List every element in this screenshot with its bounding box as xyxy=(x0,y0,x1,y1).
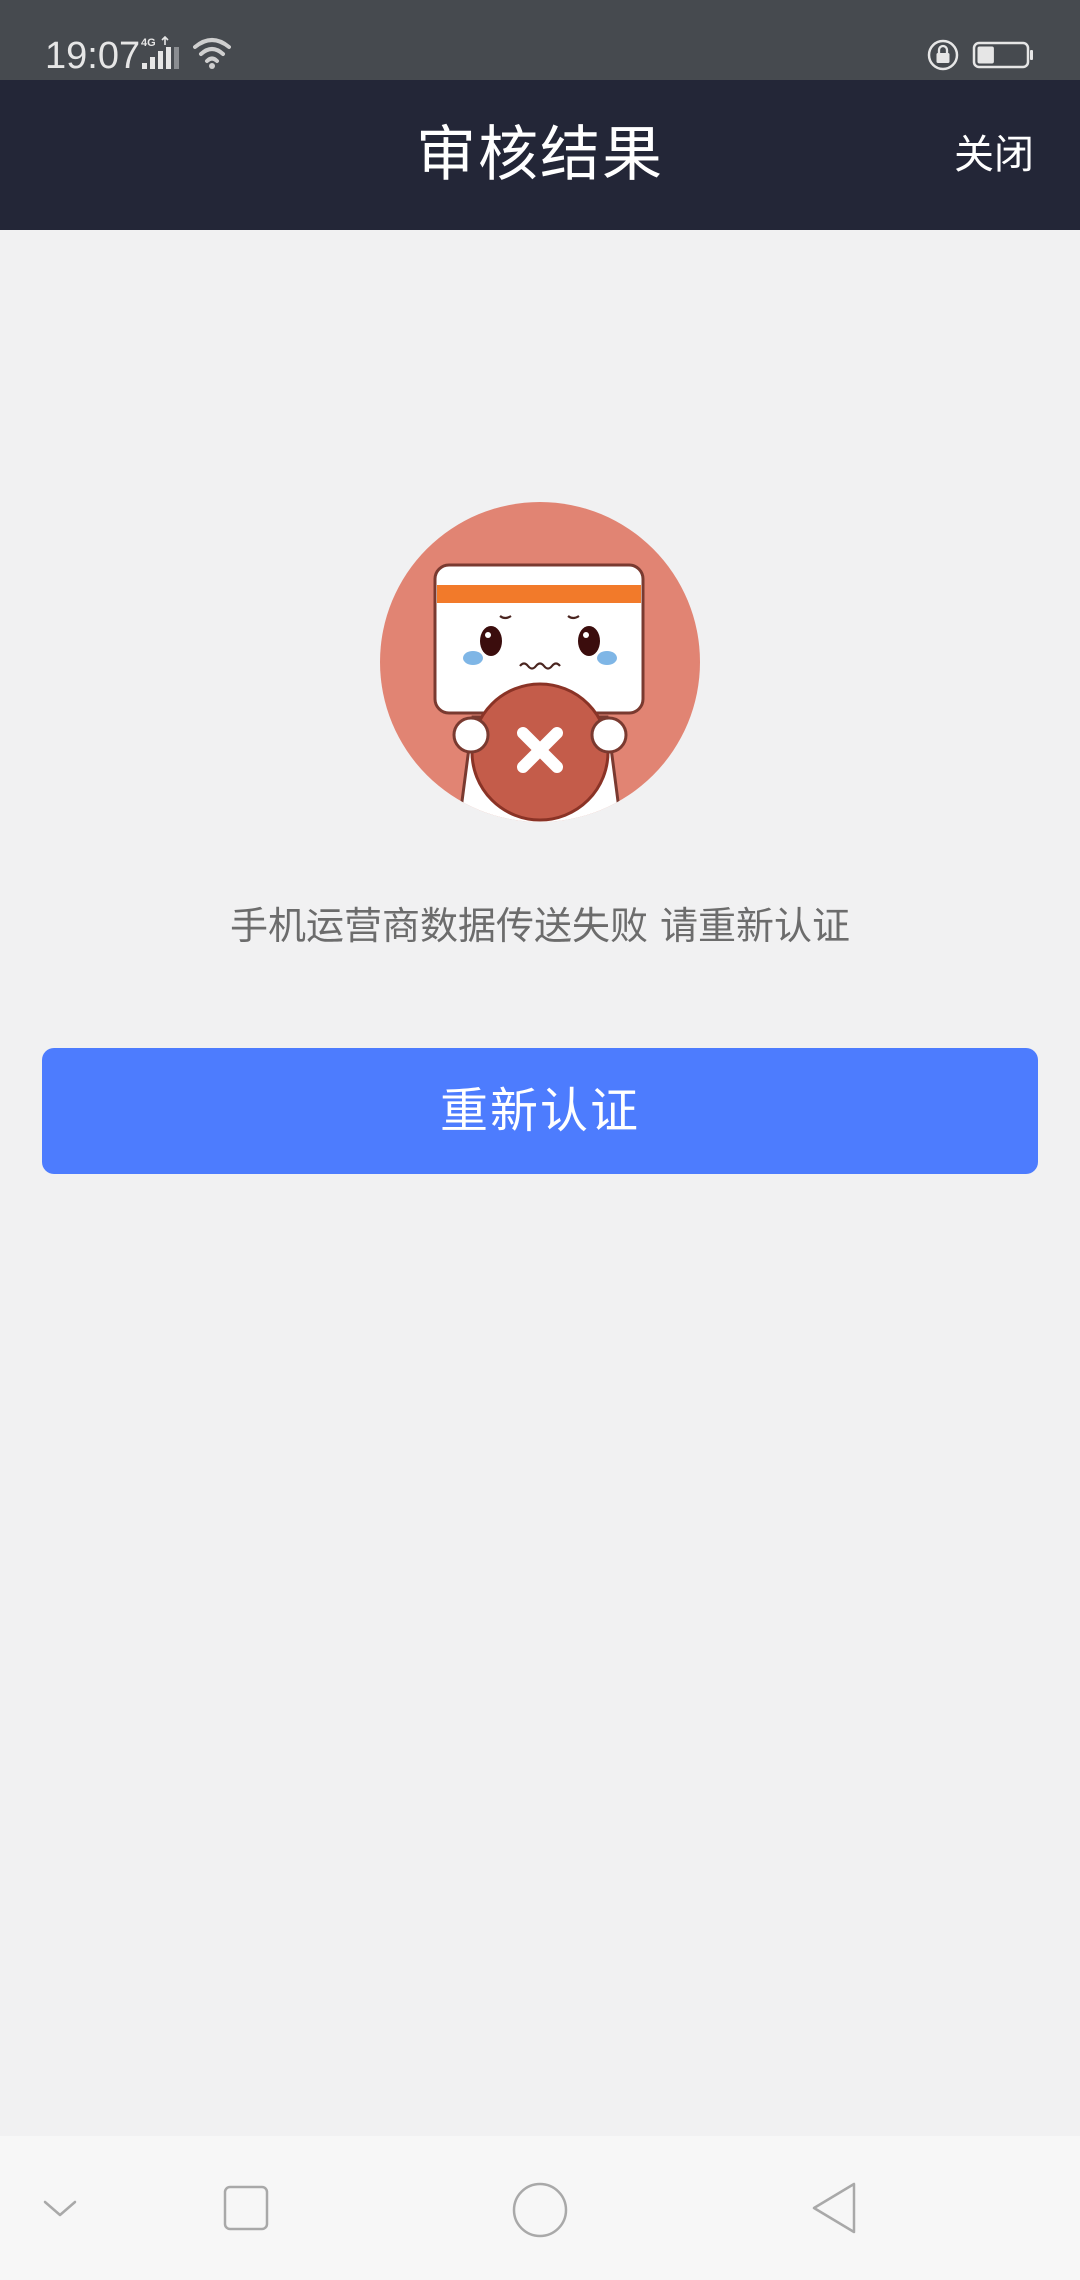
status-bar: 19:07 4G xyxy=(0,0,1080,80)
collapse-chevron-icon[interactable] xyxy=(40,2188,80,2228)
title-bar: 审核结果 关闭 xyxy=(0,80,1080,230)
status-time: 19:07 xyxy=(45,35,141,77)
back-triangle-icon[interactable] xyxy=(808,2180,860,2236)
error-message: 手机运营商数据传送失败 请重新认证 xyxy=(229,904,851,948)
recents-square-icon[interactable] xyxy=(222,2184,270,2232)
battery-icon xyxy=(972,41,1033,69)
failed-verification-mascot xyxy=(380,502,700,822)
home-circle-icon[interactable] xyxy=(510,2180,570,2240)
wifi-icon xyxy=(193,38,231,69)
battery-level-fill xyxy=(977,46,994,64)
page-title: 审核结果 xyxy=(416,120,664,190)
close-button[interactable]: 关闭 xyxy=(954,80,1034,230)
rotation-lock-icon xyxy=(927,39,959,71)
retry-verification-button[interactable]: 重新认证 xyxy=(42,1048,1038,1174)
signal-4g-icon: 4G xyxy=(141,36,179,69)
network-type-label: 4G xyxy=(141,37,156,49)
system-nav-bar xyxy=(0,2136,1080,2280)
